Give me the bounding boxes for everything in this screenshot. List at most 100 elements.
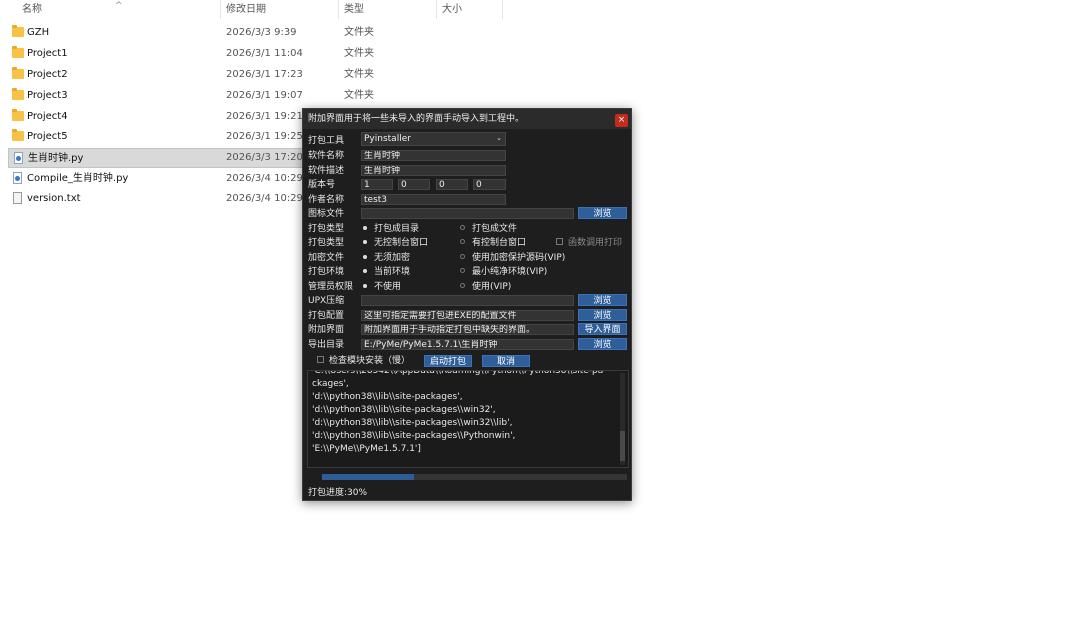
log-line: 'd:\\python38\\lib\\site-packages\\win32… bbox=[312, 405, 496, 415]
upx-input[interactable] bbox=[361, 295, 574, 306]
file-date: 2026/3/1 19:25 bbox=[226, 131, 303, 142]
radio-encrypt-vip[interactable]: 使用加密保护源码(VIP) bbox=[460, 252, 565, 264]
file-name: Project5 bbox=[27, 131, 68, 142]
icon-file-input[interactable] bbox=[361, 208, 574, 219]
radio-no-console[interactable]: 无控制台窗口 bbox=[363, 237, 428, 249]
config-input[interactable]: 这里可指定需要打包进EXE的配置文件 bbox=[361, 310, 574, 321]
chevron-down-icon: ⌄ bbox=[496, 134, 502, 142]
file-date: 2026/3/4 10:29 bbox=[226, 193, 303, 204]
column-name-header[interactable]: 名称 ^ bbox=[0, 0, 221, 19]
radio-min-env[interactable]: 最小纯净环境(VIP) bbox=[460, 266, 547, 278]
file-date: 2026/3/1 19:21 bbox=[226, 111, 303, 122]
file-name: 生肖时钟.py bbox=[28, 153, 84, 164]
file-date: 2026/3/1 17:23 bbox=[226, 69, 303, 80]
software-name-input[interactable]: 生肖时钟 bbox=[361, 150, 506, 161]
label-upx: UPX压缩 bbox=[308, 296, 345, 306]
log-line: 'd:\\python38\\lib\\site-packages', bbox=[312, 392, 463, 402]
file-type: 文件夹 bbox=[344, 90, 374, 101]
label-icon-file: 图标文件 bbox=[308, 209, 345, 219]
folder-icon bbox=[12, 88, 24, 100]
dialog-title: 附加界面用于将一些未导入的界面手动导入到工程中。 bbox=[308, 114, 525, 124]
radio-no-admin[interactable]: 不使用 bbox=[363, 281, 401, 293]
label-version: 版本号 bbox=[308, 180, 336, 190]
close-button[interactable]: × bbox=[615, 114, 628, 127]
version-minor-input[interactable]: 0 bbox=[398, 179, 430, 190]
label-tool: 打包工具 bbox=[308, 136, 345, 146]
log-scrollbar-thumb[interactable] bbox=[620, 431, 625, 461]
dialog-titlebar[interactable]: 附加界面用于将一些未导入的界面手动导入到工程中。 × bbox=[303, 109, 631, 129]
file-date: 2026/3/3 9:39 bbox=[226, 27, 297, 38]
progress-bar bbox=[322, 474, 627, 480]
progress-fill bbox=[322, 474, 414, 480]
label-config: 打包配置 bbox=[308, 311, 345, 321]
column-header: 名称 ^ 修改日期 类型 大小 bbox=[0, 0, 503, 19]
config-browse-button[interactable]: 浏览 bbox=[578, 309, 627, 321]
sort-ascending-icon: ^ bbox=[115, 1, 123, 11]
radio-pack-dir[interactable]: 打包成目录 bbox=[363, 223, 419, 235]
log-line: 'C:\\Users\\28542\\AppData\\Roaming\\Pyt… bbox=[312, 370, 604, 376]
pack-dialog: 附加界面用于将一些未导入的界面手动导入到工程中。 × 打包工具 软件名称 软件描… bbox=[302, 108, 632, 501]
folder-icon bbox=[12, 25, 24, 37]
check-modules-checkbox[interactable]: 检查模块安装（慢） bbox=[317, 355, 410, 367]
label-env: 打包环境 bbox=[308, 267, 345, 277]
column-type-header[interactable]: 类型 bbox=[339, 0, 437, 19]
folder-icon bbox=[12, 109, 24, 121]
file-date: 2026/3/1 11:04 bbox=[226, 48, 303, 59]
radio-admin-vip[interactable]: 使用(VIP) bbox=[460, 281, 511, 293]
text-file-icon bbox=[13, 192, 22, 204]
python-file-icon bbox=[13, 172, 22, 184]
file-type: 文件夹 bbox=[344, 69, 374, 80]
cancel-button[interactable]: 取消 bbox=[482, 355, 530, 367]
python-file-icon bbox=[14, 152, 23, 164]
tool-select[interactable]: Pyinstaller ⌄ bbox=[361, 132, 506, 146]
column-size-header[interactable]: 大小 bbox=[437, 0, 503, 19]
folder-icon bbox=[12, 67, 24, 79]
output-browse-button[interactable]: 浏览 bbox=[578, 338, 627, 350]
func-print-checkbox[interactable]: 函数调用打印 bbox=[556, 237, 622, 249]
log-text: 'C:\\Users\\28542\\AppData\\Roaming\\Pyt… bbox=[312, 370, 618, 456]
file-name: GZH bbox=[27, 27, 50, 38]
file-date: 2026/3/3 17:20 bbox=[226, 152, 303, 163]
file-date: 2026/3/1 19:07 bbox=[226, 90, 303, 101]
label-software-name: 软件名称 bbox=[308, 151, 345, 161]
file-type: 文件夹 bbox=[344, 48, 374, 59]
version-build-input[interactable]: 0 bbox=[473, 179, 506, 190]
author-input[interactable]: test3 bbox=[361, 194, 506, 205]
radio-no-encrypt[interactable]: 无须加密 bbox=[363, 252, 410, 264]
start-pack-button[interactable]: 启动打包 bbox=[424, 355, 472, 367]
column-date-header[interactable]: 修改日期 bbox=[221, 0, 339, 19]
label-author: 作者名称 bbox=[308, 195, 345, 205]
upx-browse-button[interactable]: 浏览 bbox=[578, 294, 627, 306]
label-pack-type: 打包类型 bbox=[308, 224, 345, 234]
version-major-input[interactable]: 1 bbox=[361, 179, 393, 190]
label-software-desc: 软件描述 bbox=[308, 166, 345, 176]
file-name: Project1 bbox=[27, 48, 68, 59]
log-line: 'd:\\python38\\lib\\site-packages\\Pytho… bbox=[312, 431, 516, 441]
progress-status: 打包进度:30% bbox=[308, 488, 368, 498]
log-line: 'd:\\python38\\lib\\site-packages\\win32… bbox=[312, 418, 513, 428]
file-type: 文件夹 bbox=[344, 27, 374, 38]
icon-browse-button[interactable]: 浏览 bbox=[578, 207, 627, 219]
version-patch-input[interactable]: 0 bbox=[436, 179, 468, 190]
file-name: version.txt bbox=[27, 193, 81, 204]
radio-console[interactable]: 有控制台窗口 bbox=[460, 237, 526, 249]
file-name: Project2 bbox=[27, 69, 68, 80]
file-name: Project4 bbox=[27, 111, 68, 122]
output-dir-input[interactable]: E:/PyMe/PyMe1.5.7.1\生肖时钟 bbox=[361, 339, 574, 350]
log-output[interactable]: 'C:\\Users\\28542\\AppData\\Roaming\\Pyt… bbox=[307, 370, 629, 468]
software-desc-input[interactable]: 生肖时钟 bbox=[361, 165, 506, 176]
import-ui-button[interactable]: 导入界面 bbox=[578, 323, 627, 335]
folder-icon bbox=[12, 129, 24, 141]
label-window-type: 打包类型 bbox=[308, 238, 345, 248]
radio-pack-file[interactable]: 打包成文件 bbox=[460, 223, 517, 235]
label-encrypt: 加密文件 bbox=[308, 253, 345, 263]
file-name: Compile_生肖时钟.py bbox=[27, 173, 129, 184]
extra-ui-input[interactable]: 附加界面用于手动指定打包中缺失的界面。 bbox=[361, 324, 574, 335]
folder-icon bbox=[12, 46, 24, 58]
file-date: 2026/3/4 10:29 bbox=[226, 173, 303, 184]
log-line: 'E:\\PyMe\\PyMe1.5.7.1'] bbox=[312, 444, 421, 454]
label-output-dir: 导出目录 bbox=[308, 340, 345, 350]
radio-current-env[interactable]: 当前环境 bbox=[363, 266, 410, 278]
log-line: ckages', bbox=[312, 379, 349, 389]
label-admin: 管理员权限 bbox=[308, 282, 354, 292]
